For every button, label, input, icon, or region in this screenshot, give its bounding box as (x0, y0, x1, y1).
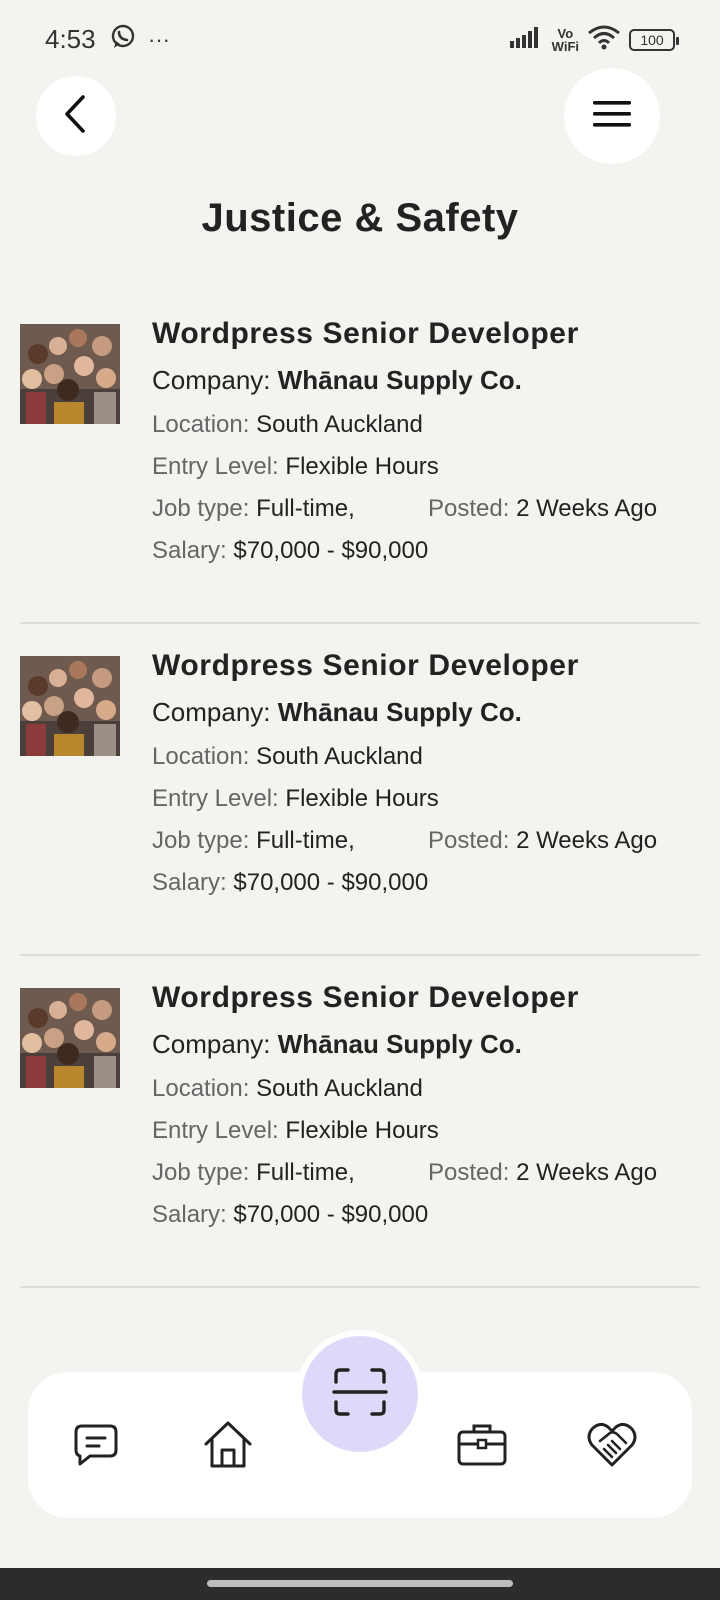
more-status-icon: ··· (148, 26, 170, 52)
posted-value: 2 Weeks Ago (516, 495, 658, 522)
nav-home[interactable] (198, 1416, 258, 1476)
posted-value: 2 Weeks Ago (516, 827, 658, 854)
system-nav-bar (0, 1568, 720, 1600)
vo-text: Vo (557, 25, 574, 41)
posted-label: Posted: (428, 827, 510, 854)
status-left-icons: ··· (110, 24, 170, 55)
nav-support[interactable] (582, 1416, 642, 1476)
salary-row: Salary: $70,000 - $90,000 (152, 1194, 700, 1236)
job-info: Wordpress Senior Developer Company: Whān… (152, 312, 700, 572)
handshake-heart-icon (586, 1419, 638, 1474)
status-bar: 4:53 ··· Vo WiFi 100 (0, 0, 720, 78)
entry-level-row: Entry Level: Flexible Hours (152, 778, 700, 820)
company-row: Company: Whānau Supply Co. (152, 1020, 700, 1068)
nav-jobs[interactable] (452, 1416, 512, 1476)
salary-row: Salary: $70,000 - $90,000 (152, 530, 700, 572)
home-icon (202, 1418, 254, 1475)
job-list: Wordpress Senior Developer Company: Whān… (20, 292, 700, 1288)
hamburger-menu-icon (593, 100, 631, 132)
nav-chat[interactable] (66, 1416, 126, 1476)
salary-row: Salary: $70,000 - $90,000 (152, 862, 700, 904)
company-row: Company: Whānau Supply Co. (152, 356, 700, 404)
salary-label: Salary: (152, 537, 227, 564)
salary-value: $70,000 - $90,000 (233, 537, 429, 564)
company-name: Whānau Supply Co. (277, 1029, 522, 1059)
job-thumbnail (20, 324, 120, 424)
location-label: Location: (152, 1075, 250, 1102)
location-label: Location: (152, 743, 250, 770)
scan-button-wrap (296, 1330, 424, 1458)
menu-button[interactable] (564, 68, 660, 164)
whatsapp-icon (110, 24, 136, 55)
job-type-value: Full-time, (256, 827, 355, 854)
job-type-label: Job type: (152, 827, 250, 854)
jobtype-posted-row: Job type: Full-time, Posted: 2 Weeks Ago (152, 1152, 700, 1194)
company-name: Whānau Supply Co. (277, 365, 522, 395)
entry-level-row: Entry Level: Flexible Hours (152, 1110, 700, 1152)
home-indicator[interactable] (207, 1580, 513, 1587)
page-title: Justice & Safety (201, 196, 519, 240)
job-info: Wordpress Senior Developer Company: Whān… (152, 644, 700, 904)
back-button[interactable] (36, 76, 116, 156)
salary-label: Salary: (152, 869, 227, 896)
scan-icon (332, 1366, 388, 1423)
entry-level-label: Entry Level: (152, 1117, 279, 1144)
jobtype-posted-row: Job type: Full-time, Posted: 2 Weeks Ago (152, 488, 700, 530)
entry-level-row: Entry Level: Flexible Hours (152, 446, 700, 488)
location-row: Location: South Auckland (152, 404, 700, 446)
company-row: Company: Whānau Supply Co. (152, 688, 700, 736)
job-thumbnail (20, 988, 120, 1088)
job-type-label: Job type: (152, 1159, 250, 1186)
chat-icon (72, 1420, 120, 1473)
company-label: Company: (152, 1029, 271, 1059)
location-row: Location: South Auckland (152, 1068, 700, 1110)
posted-value: 2 Weeks Ago (516, 1159, 658, 1186)
job-title: Wordpress Senior Developer (152, 317, 579, 350)
entry-level-value: Flexible Hours (285, 453, 439, 480)
status-time: 4:53 (45, 24, 96, 54)
salary-value: $70,000 - $90,000 (233, 869, 429, 896)
jobtype-posted-row: Job type: Full-time, Posted: 2 Weeks Ago (152, 820, 700, 862)
signal-icon (509, 26, 544, 53)
salary-label: Salary: (152, 1201, 227, 1228)
posted-label: Posted: (428, 495, 510, 522)
job-info: Wordpress Senior Developer Company: Whān… (152, 976, 700, 1236)
entry-level-label: Entry Level: (152, 453, 279, 480)
job-thumbnail (20, 656, 120, 756)
job-card[interactable]: Wordpress Senior Developer Company: Whān… (20, 292, 700, 624)
briefcase-icon (456, 1420, 508, 1473)
company-label: Company: (152, 365, 271, 395)
entry-level-value: Flexible Hours (285, 1117, 439, 1144)
location-value: South Auckland (256, 743, 423, 770)
posted-label: Posted: (428, 1159, 510, 1186)
status-right-icons: Vo WiFi 100 (509, 24, 679, 55)
job-card[interactable]: Wordpress Senior Developer Company: Whān… (20, 624, 700, 956)
company-label: Company: (152, 697, 271, 727)
job-type-label: Job type: (152, 495, 250, 522)
job-type-value: Full-time, (256, 495, 355, 522)
chevron-left-icon (61, 94, 91, 139)
job-card[interactable]: Wordpress Senior Developer Company: Whān… (20, 956, 700, 1288)
battery-icon: 100 (629, 28, 679, 51)
company-name: Whānau Supply Co. (277, 697, 522, 727)
salary-value: $70,000 - $90,000 (233, 1201, 429, 1228)
scan-button[interactable] (302, 1336, 418, 1452)
location-value: South Auckland (256, 411, 423, 438)
entry-level-value: Flexible Hours (285, 785, 439, 812)
wifi-text: WiFi (551, 38, 579, 54)
wifi-icon (587, 24, 621, 55)
job-type-value: Full-time, (256, 1159, 355, 1186)
entry-level-label: Entry Level: (152, 785, 279, 812)
job-title: Wordpress Senior Developer (152, 649, 579, 682)
location-row: Location: South Auckland (152, 736, 700, 778)
job-title: Wordpress Senior Developer (152, 981, 579, 1014)
location-value: South Auckland (256, 1075, 423, 1102)
vowifi-indicator: Vo WiFi (552, 27, 579, 53)
location-label: Location: (152, 411, 250, 438)
